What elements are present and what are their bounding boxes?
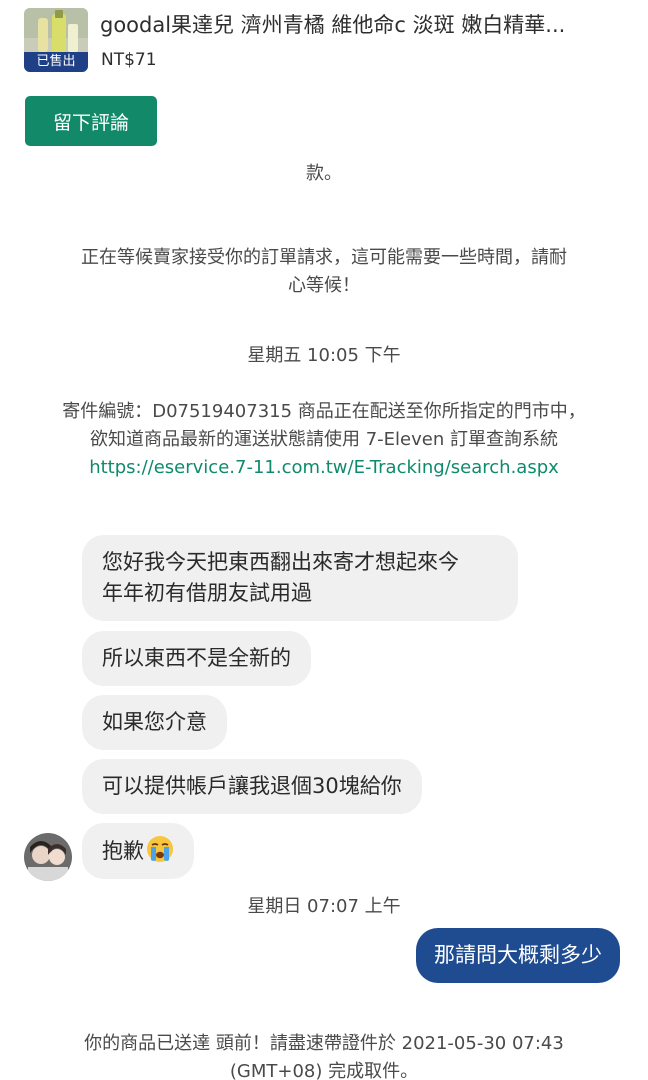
chat-page: 已售出 goodal果達兒 濟州青橘 維他命c 淡斑 嫩白精華... NT$71… xyxy=(0,0,648,1080)
waiting-notice-line1: 正在等候賣家接受你的訂單請求，這可能需要一些時間，請耐 xyxy=(81,247,567,268)
message-text: 抱歉 xyxy=(102,839,144,863)
incoming-message: 所以東西不是全新的 xyxy=(82,631,311,686)
sold-badge: 已售出 xyxy=(24,52,88,72)
timestamp-sunday: 星期日 07:07 上午 xyxy=(247,896,401,917)
system-message-fragment: 款。 xyxy=(306,163,342,184)
crying-face-emoji-icon xyxy=(147,836,173,862)
product-price: NT$71 xyxy=(101,50,157,70)
leave-review-button[interactable]: 留下評論 xyxy=(25,96,157,146)
delivered-notice-line2: (GMT+08) 完成取件。 xyxy=(229,1061,419,1080)
outgoing-message[interactable]: 那請問大概剩多少 xyxy=(416,928,620,983)
timestamp-friday: 星期五 10:05 下午 xyxy=(247,345,401,366)
shipping-notice-line2: 欲知道商品最新的運送狀態請使用 7-Eleven 訂單查詢系統 xyxy=(90,429,558,450)
incoming-message: 可以提供帳戶讓我退個30塊給你 xyxy=(82,759,422,814)
avatar-photo-icon xyxy=(24,833,72,881)
product-thumbnail[interactable]: 已售出 xyxy=(24,8,88,72)
product-title[interactable]: goodal果達兒 濟州青橘 維他命c 淡斑 嫩白精華... xyxy=(100,10,620,40)
waiting-notice: 正在等候賣家接受你的訂單請求，這可能需要一些時間，請耐 心等候！ xyxy=(40,244,608,300)
message-text: 如果您介意 xyxy=(102,710,207,734)
message-text: 可以提供帳戶讓我退個30塊給你 xyxy=(102,774,402,798)
incoming-message: 如果您介意 xyxy=(82,695,227,750)
waiting-notice-line2: 心等候！ xyxy=(288,275,360,296)
shipping-notice-line1: 寄件編號：D07519407315 商品正在配送至你所指定的門市中， xyxy=(62,401,586,422)
incoming-message: 您好我今天把東西翻出來寄才想起來今 年年初有借朋友試用過 xyxy=(82,535,518,621)
message-line1: 您好我今天把東西翻出來寄才想起來今 xyxy=(102,550,459,574)
delivered-notice-line1: 你的商品已送達 頭前！請盡速帶證件於 2021-05-30 07:43 xyxy=(84,1033,564,1054)
tracking-link[interactable]: https://eservice.7-11.com.tw/E-Tracking/… xyxy=(40,454,608,482)
message-text: 那請問大概剩多少 xyxy=(434,943,602,967)
delivered-notice: 你的商品已送達 頭前！請盡速帶證件於 2021-05-30 07:43 (GMT… xyxy=(40,1030,608,1080)
message-line2: 年年初有借朋友試用過 xyxy=(102,581,312,605)
incoming-message: 抱歉 xyxy=(82,823,194,879)
seller-avatar[interactable] xyxy=(24,833,72,881)
shipping-notice: 寄件編號：D07519407315 商品正在配送至你所指定的門市中， 欲知道商品… xyxy=(40,398,608,482)
message-text: 所以東西不是全新的 xyxy=(102,646,291,670)
